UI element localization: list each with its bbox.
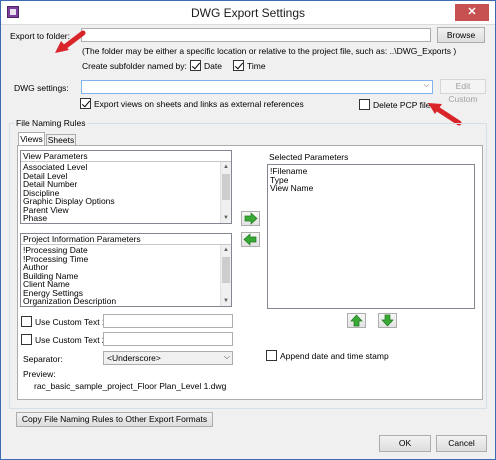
selected-parameters-header: Selected Parameters [269, 152, 349, 162]
custom-text-1-input[interactable] [103, 314, 233, 328]
arrow-down-icon [381, 314, 394, 327]
subfolder-label: Create subfolder named by: [82, 61, 187, 71]
scroll-up-icon[interactable]: ▲ [221, 162, 231, 172]
subfolder-date-label: Date [204, 61, 222, 71]
title-bar: DWG Export Settings ✕ [1, 1, 495, 25]
view-parameters-scrollbar[interactable]: ▲ ▼ [220, 162, 231, 223]
custom-text-2-input[interactable] [103, 332, 233, 346]
cancel-button[interactable]: Cancel [436, 435, 487, 452]
dwg-settings-label: DWG settings: [14, 83, 69, 93]
view-parameters-list[interactable]: View Parameters Associated Level Detail … [20, 150, 232, 224]
selected-parameters-list[interactable]: !Filename Type View Name [267, 164, 475, 309]
annotation-arrow-export-folder [55, 30, 86, 53]
subfolder-time-checkbox[interactable] [233, 60, 244, 71]
close-button[interactable]: ✕ [455, 4, 489, 21]
chevron-down-icon: ⌵ [423, 82, 429, 89]
project-parameters-scrollbar[interactable]: ▲ ▼ [220, 245, 231, 306]
preview-value: rac_basic_sample_project_Floor Plan_Leve… [34, 381, 227, 391]
append-timestamp-label: Append date and time stamp [280, 351, 389, 361]
file-naming-rules-label: File Naming Rules [14, 118, 88, 128]
folder-hint: (The folder may be either a specific loc… [82, 46, 457, 56]
scroll-down-icon[interactable]: ▼ [221, 213, 231, 223]
move-up-button[interactable] [347, 313, 366, 328]
export-views-checkbox[interactable] [80, 98, 91, 109]
view-parameters-header: View Parameters [21, 151, 231, 162]
arrow-right-icon [244, 212, 258, 225]
separator-value: <Underscore> [107, 353, 161, 363]
window-title: DWG Export Settings [190, 6, 306, 20]
subfolder-date-checkbox[interactable] [190, 60, 201, 71]
scroll-up-icon[interactable]: ▲ [221, 245, 231, 255]
remove-parameter-button[interactable] [241, 232, 260, 247]
scroll-thumb[interactable] [222, 174, 230, 200]
arrow-left-icon [243, 233, 257, 246]
export-folder-input[interactable] [81, 28, 431, 42]
project-parameters-header: Project Information Parameters [21, 234, 231, 245]
delete-pcp-checkbox[interactable] [359, 99, 370, 110]
scroll-down-icon[interactable]: ▼ [221, 296, 231, 306]
add-parameter-button[interactable] [241, 211, 260, 226]
custom-text-2-label: Use Custom Text 2 [35, 335, 107, 345]
list-item[interactable]: Phase [23, 214, 115, 223]
scroll-thumb[interactable] [222, 257, 230, 283]
separator-label: Separator: [23, 354, 63, 364]
separator-dropdown[interactable]: <Underscore> ⌵ [103, 351, 233, 365]
chevron-down-icon: ⌵ [223, 352, 230, 361]
tab-views[interactable]: Views [18, 132, 45, 146]
edit-custom-button[interactable]: Edit Custom [440, 79, 486, 104]
preview-label: Preview: [23, 369, 56, 379]
custom-text-1-label: Use Custom Text 1 [35, 317, 107, 327]
subfolder-time-label: Time [247, 61, 266, 71]
arrow-up-icon [350, 314, 363, 327]
append-timestamp-checkbox[interactable] [266, 350, 277, 361]
list-item[interactable]: Organization Description [23, 297, 116, 306]
export-views-label: Export views on sheets and links as exte… [94, 99, 304, 109]
custom-text-1-checkbox[interactable] [21, 316, 32, 327]
ok-button[interactable]: OK [379, 435, 431, 452]
custom-text-2-checkbox[interactable] [21, 334, 32, 345]
list-item[interactable]: View Name [270, 184, 313, 193]
dwg-settings-dropdown[interactable]: ⌵ [81, 80, 433, 94]
move-down-button[interactable] [378, 313, 397, 328]
browse-button[interactable]: Browse [437, 27, 485, 43]
dwg-export-settings-dialog: DWG Export Settings ✕ Export to folder: … [0, 0, 496, 460]
copy-naming-rules-button[interactable]: Copy File Naming Rules to Other Export F… [16, 412, 213, 427]
project-parameters-list[interactable]: Project Information Parameters !Processi… [20, 233, 232, 307]
